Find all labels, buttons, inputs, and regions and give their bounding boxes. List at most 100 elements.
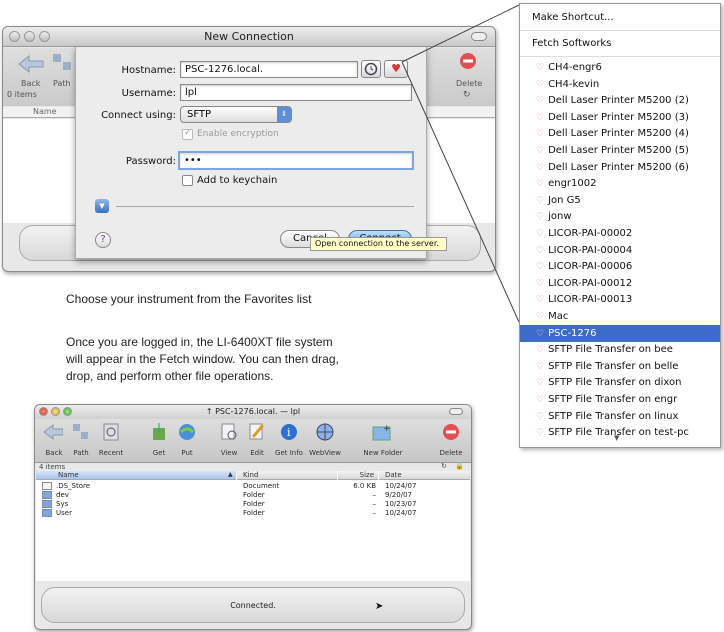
- favorite-item-label: PSC-1276: [548, 327, 597, 339]
- favorite-item[interactable]: ♡ LICOR-PAI-00004: [520, 242, 720, 260]
- favorite-item[interactable]: ♡ jonw: [520, 208, 720, 226]
- column-date[interactable]: Date: [379, 471, 470, 480]
- new-folder-icon[interactable]: +: [371, 422, 391, 442]
- heart-icon: ♡: [536, 295, 545, 306]
- favorite-item[interactable]: ♡ SFTP File Transfer on engr: [520, 391, 720, 409]
- webview-icon[interactable]: [315, 422, 335, 442]
- favorite-item[interactable]: ♡ Dell Laser Printer M5200 (3): [520, 109, 720, 127]
- instruction-line-1: Once you are logged in, the LI-6400XT fi…: [66, 335, 333, 349]
- get-icon[interactable]: [149, 422, 169, 442]
- favorite-item[interactable]: ♡ Dell Laser Printer M5200 (6): [520, 159, 720, 177]
- fetch-window: ↑ PSC-1276.local. — lpl i + Back Path Re…: [34, 404, 472, 630]
- cell-date: 10/24/07: [385, 482, 417, 490]
- favorite-item[interactable]: ♡ SFTP File Transfer on dixon: [520, 374, 720, 392]
- toolbar-toggle-button[interactable]: [449, 408, 463, 415]
- heart-icon: ♡: [536, 129, 545, 140]
- favorite-item[interactable]: ♡ CH4-engr6: [520, 59, 720, 77]
- heart-icon: ♡: [536, 112, 545, 123]
- cell-date: 10/23/07: [385, 500, 417, 508]
- favorite-item-label: LICOR-PAI-00012: [548, 277, 633, 289]
- cell-name: User: [56, 509, 72, 517]
- window-title: PSC-1276.local. — lpl: [215, 407, 301, 416]
- document-icon: [42, 482, 52, 490]
- cell-date: 10/24/07: [385, 509, 417, 517]
- zoom-window-button[interactable]: [63, 407, 72, 416]
- heart-icon: ♡: [536, 229, 545, 239]
- heart-icon: ♡: [536, 345, 545, 356]
- favorite-item[interactable]: ♡ SFTP File Transfer on belle: [520, 358, 720, 376]
- items-count: 4 items: [39, 463, 66, 471]
- cell-size: 6.0 KB: [353, 482, 376, 490]
- heart-icon: ♡: [536, 278, 545, 289]
- favorite-item[interactable]: ♡ LICOR-PAI-00012: [520, 275, 720, 293]
- favorite-item[interactable]: ♡ LICOR-PAI-00013: [520, 291, 720, 309]
- toolbar: i + Back Path Recent Get Put View Edit G…: [35, 419, 471, 463]
- favorite-item-label: LICOR-PAI-00013: [548, 294, 633, 306]
- favorite-item-label: Dell Laser Printer M5200 (5): [548, 145, 689, 156]
- fetch-softworks-item[interactable]: Fetch Softworks: [520, 34, 720, 54]
- cell-name: .DS_Store: [56, 482, 91, 490]
- window-titlebar: ↑ PSC-1276.local. — lpl: [35, 405, 471, 419]
- heart-icon: ♡: [536, 262, 545, 273]
- favorite-item[interactable]: ♡ SFTP File Transfer on bee: [520, 341, 720, 359]
- favorite-item-label: Jon G5: [548, 194, 581, 206]
- back-arrow-icon[interactable]: [43, 422, 63, 442]
- favorite-item-label: jonw: [548, 211, 572, 223]
- minimize-window-button[interactable]: [51, 407, 60, 416]
- menu-divider: [520, 30, 720, 31]
- favorite-item-label: SFTP File Transfer on dixon: [548, 377, 682, 389]
- close-window-button[interactable]: [39, 407, 48, 416]
- heart-icon: ♡: [536, 146, 545, 156]
- column-name[interactable]: Name: [36, 471, 236, 480]
- put-icon[interactable]: [177, 422, 197, 442]
- view-icon[interactable]: [219, 422, 239, 442]
- heart-icon: ♡: [536, 411, 545, 422]
- callout-line-bottom: [401, 61, 520, 323]
- favorite-item[interactable]: ♡ Dell Laser Printer M5200 (4): [520, 125, 720, 143]
- new-folder-label: New Folder: [363, 449, 403, 457]
- favorite-item[interactable]: ♡ Dell Laser Printer M5200 (5): [520, 142, 720, 160]
- favorite-item[interactable]: ♡ SFTP File Transfer on test-pc: [520, 424, 720, 442]
- favorite-item[interactable]: ♡ LICOR-PAI-00006: [520, 258, 720, 276]
- heart-icon: ♡: [536, 96, 545, 107]
- heart-icon: ♡: [536, 312, 545, 322]
- refresh-icon[interactable]: ↻: [441, 462, 447, 470]
- scroll-down-icon[interactable]: ▼: [614, 434, 619, 442]
- column-kind[interactable]: Kind: [237, 471, 337, 480]
- edit-icon[interactable]: [247, 422, 267, 442]
- favorite-item-label: Dell Laser Printer M5200 (6): [548, 161, 689, 173]
- favorite-item[interactable]: ♡ Dell Laser Printer M5200 (2): [520, 92, 720, 110]
- favorite-item[interactable]: ♡ Mac: [520, 308, 720, 326]
- path-icon[interactable]: [71, 422, 91, 442]
- status-text: Connected.: [230, 601, 276, 610]
- heart-icon: ♡: [536, 245, 545, 256]
- make-shortcut-item[interactable]: Make Shortcut...: [520, 8, 720, 28]
- favorite-item[interactable]: ♡ engr1002: [520, 175, 720, 193]
- callout-line-top: [401, 4, 520, 63]
- favorite-item[interactable]: ♡ Jon G5: [520, 192, 720, 210]
- menu-divider: [520, 56, 720, 57]
- favorite-item[interactable]: ♡ SFTP File Transfer on linux: [520, 408, 720, 426]
- favorite-item-label: Dell Laser Printer M5200 (4): [548, 128, 689, 140]
- window-controls: [39, 407, 72, 416]
- recent-icon[interactable]: [101, 422, 121, 442]
- favorite-item[interactable]: ♡ PSC-1276: [520, 324, 720, 343]
- cell-size: –: [372, 500, 377, 508]
- get-info-icon[interactable]: i: [279, 422, 299, 442]
- column-size[interactable]: Size: [338, 471, 378, 480]
- delete-icon[interactable]: [441, 422, 461, 442]
- mouse-cursor-icon: ➤: [375, 601, 384, 612]
- folder-icon: [42, 491, 52, 499]
- heart-icon: ♡: [536, 328, 545, 339]
- favorite-item[interactable]: ♡ LICOR-PAI-00002: [520, 225, 720, 243]
- favorite-item-label: Dell Laser Printer M5200 (3): [548, 111, 689, 123]
- heart-icon: ♡: [536, 162, 545, 173]
- heart-icon: ♡: [536, 212, 545, 223]
- cell-size: –: [372, 509, 377, 517]
- up-arrow-icon: ↑: [205, 407, 216, 416]
- favorite-item-label: LICOR-PAI-00004: [548, 244, 633, 256]
- favorite-item[interactable]: ♡ CH4-kevin: [520, 76, 720, 94]
- cell-kind: Folder: [243, 500, 265, 508]
- webview-label: WebView: [309, 449, 341, 457]
- cell-size: –: [372, 491, 377, 499]
